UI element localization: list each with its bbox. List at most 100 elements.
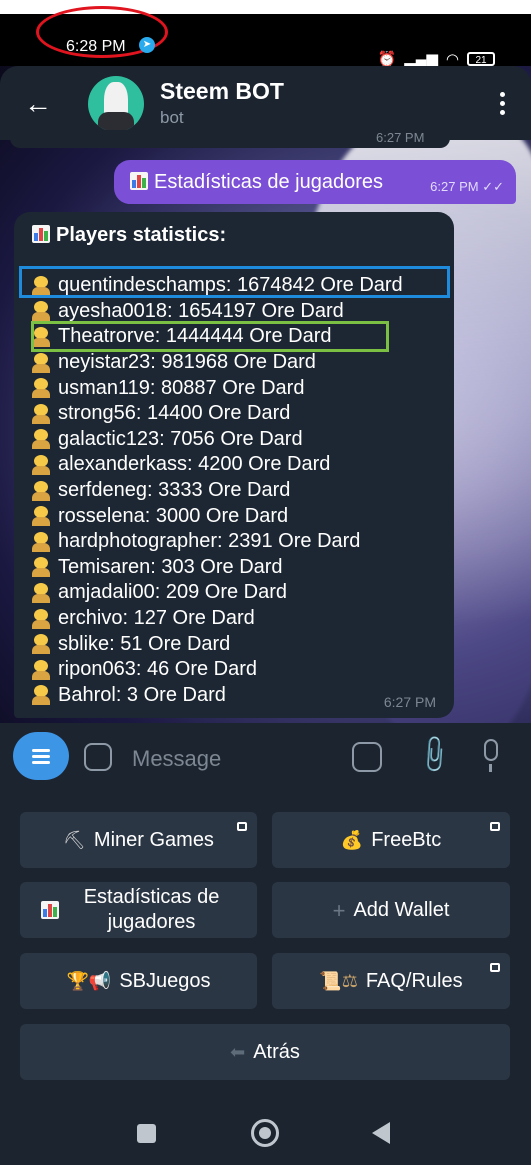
- sbjuegos-button[interactable]: 🏆📢 SBJuegos: [20, 953, 257, 1009]
- bot-avatar[interactable]: [88, 76, 144, 132]
- player-row: sblike: 51 Ore Dard: [32, 631, 452, 657]
- player-text: neyistar23: 981968 Ore Dard: [58, 351, 316, 374]
- telegram-notification-icon: ➤: [139, 37, 155, 53]
- avatar-suit: [98, 112, 134, 132]
- double-check-icon: ✓✓: [482, 179, 504, 194]
- outgoing-message-time: 6:27 PM ✓✓: [430, 179, 504, 195]
- player-text: alexanderkass: 4200 Ore Dard: [58, 453, 331, 476]
- menu-icon[interactable]: [13, 732, 69, 780]
- plus-icon: +: [332, 897, 346, 923]
- player-row: serfdeneg: 3333 Ore Dard: [32, 478, 452, 504]
- miner-icon: [32, 634, 50, 655]
- estadisticas-button[interactable]: Estadísticas de jugadores: [20, 882, 257, 938]
- commands-icon[interactable]: [352, 742, 382, 772]
- freebtc-label: FreeBtc: [371, 828, 442, 851]
- player-text: Bahrol: 3 Ore Dard: [58, 683, 226, 706]
- sbjuegos-label: SBJuegos: [119, 969, 211, 992]
- highlight-box-green: [31, 321, 389, 352]
- player-row: alexanderkass: 4200 Ore Dard: [32, 452, 452, 478]
- player-row: usman119: 80887 Ore Dard: [32, 375, 452, 401]
- miner-icon: [32, 301, 50, 322]
- player-text: ayesha0018: 1654197 Ore Dard: [58, 299, 344, 322]
- pickaxe-icon: ⛏: [63, 829, 86, 850]
- inline-indicator-icon: [490, 822, 500, 831]
- message-input[interactable]: [130, 743, 334, 775]
- compose-bar: 📎: [0, 723, 531, 791]
- atras-label: Atrás: [253, 1040, 300, 1063]
- player-row: neyistar23: 981968 Ore Dard: [32, 350, 452, 376]
- back-arrow-icon: ⬅: [230, 1041, 246, 1062]
- miner-icon: [32, 506, 50, 527]
- player-text: ripon063: 46 Ore Dard: [58, 658, 258, 681]
- paperclip-icon[interactable]: 📎: [412, 732, 456, 777]
- sticker-icon[interactable]: [84, 743, 112, 771]
- player-text: serfdeneg: 3333 Ore Dard: [58, 479, 291, 502]
- player-row: rosselena: 3000 Ore Dard: [32, 503, 452, 529]
- player-text: rosselena: 3000 Ore Dard: [58, 504, 289, 527]
- back-arrow-icon[interactable]: ←: [24, 88, 52, 120]
- previous-message-time: 6:27 PM: [376, 130, 425, 145]
- bot-keyboard: ⛏ Miner Games 💰 FreeBtc Estadísticas de ju…: [0, 791, 531, 1100]
- outgoing-message-label: Estadísticas de jugadores: [154, 171, 384, 193]
- back-triangle-icon[interactable]: [372, 1122, 390, 1144]
- miner-games-label: Miner Games: [93, 828, 214, 851]
- miner-icon: [32, 557, 50, 578]
- estadisticas-label: Estadísticas de jugadores: [83, 886, 220, 933]
- miner-icon: [32, 378, 50, 399]
- miner-icon: [32, 685, 50, 706]
- battery-indicator: 21: [467, 52, 495, 66]
- bar-chart-icon: [130, 172, 148, 190]
- inline-indicator-icon: [490, 963, 500, 972]
- chat-subtitle: bot: [160, 108, 184, 127]
- miner-icon: [32, 454, 50, 475]
- player-text: sblike: 51 Ore Dard: [58, 632, 231, 655]
- home-icon[interactable]: [251, 1119, 279, 1147]
- miner-icon: [32, 659, 50, 680]
- bar-chart-icon: [32, 225, 50, 243]
- atras-button[interactable]: ⬅ Atrás: [20, 1024, 510, 1080]
- miner-icon: [32, 429, 50, 450]
- miner-icon: [32, 352, 50, 373]
- outgoing-time-label: 6:27 PM: [430, 179, 479, 194]
- microphone-stand: [489, 764, 492, 772]
- player-row: ripon063: 46 Ore Dard: [32, 657, 452, 683]
- chat-header: ← Steem BOT bot: [0, 66, 531, 140]
- player-text: amjadali00: 209 Ore Dard: [58, 581, 288, 604]
- chat-title[interactable]: Steem BOT: [160, 78, 284, 105]
- freebtc-button[interactable]: 💰 FreeBtc: [272, 812, 510, 868]
- miner-icon: [32, 480, 50, 501]
- money-bag-icon: 💰: [340, 829, 364, 850]
- add-wallet-button[interactable]: + Add Wallet: [272, 882, 510, 938]
- recents-icon[interactable]: [137, 1124, 156, 1143]
- trophy-megaphone-icon: 🏆📢: [66, 970, 112, 991]
- miner-icon: [32, 582, 50, 603]
- more-vertical-icon[interactable]: [500, 92, 505, 115]
- inline-indicator-icon: [237, 822, 247, 831]
- player-row: erchivo: 127 Ore Dard: [32, 606, 452, 632]
- player-text: hardphotographer: 2391 Ore Dard: [58, 530, 361, 553]
- microphone-icon[interactable]: [484, 739, 498, 761]
- status-time: 6:28 PM: [66, 38, 126, 55]
- highlight-box-blue: [19, 266, 450, 298]
- player-text: strong56: 14400 Ore Dard: [58, 402, 291, 425]
- faq-rules-button[interactable]: 📜⚖ FAQ/Rules: [272, 953, 510, 1009]
- player-row: amjadali00: 209 Ore Dard: [32, 580, 452, 606]
- stats-title: Players statistics:: [56, 224, 227, 246]
- add-wallet-label: Add Wallet: [353, 898, 450, 921]
- miner-games-button[interactable]: ⛏ Miner Games: [20, 812, 257, 868]
- incoming-message-title: Players statistics:: [32, 224, 226, 247]
- player-text: erchivo: 127 Ore Dard: [58, 607, 255, 630]
- scroll-scales-icon: 📜⚖: [319, 970, 358, 991]
- miner-icon: [32, 531, 50, 552]
- android-nav-bar: [0, 1100, 531, 1165]
- incoming-message-time: 6:27 PM: [383, 694, 436, 710]
- miner-icon: [32, 608, 50, 629]
- player-row: Temisaren: 303 Ore Dard: [32, 555, 452, 581]
- outgoing-message[interactable]: Estadísticas de jugadores 6:27 PM ✓✓: [114, 160, 516, 204]
- player-row: galactic123: 7056 Ore Dard: [32, 427, 452, 453]
- miner-icon: [32, 403, 50, 424]
- player-row: hardphotographer: 2391 Ore Dard: [32, 529, 452, 555]
- player-text: Temisaren: 303 Ore Dard: [58, 555, 283, 578]
- faq-rules-label: FAQ/Rules: [365, 969, 463, 992]
- player-row: strong56: 14400 Ore Dard: [32, 401, 452, 427]
